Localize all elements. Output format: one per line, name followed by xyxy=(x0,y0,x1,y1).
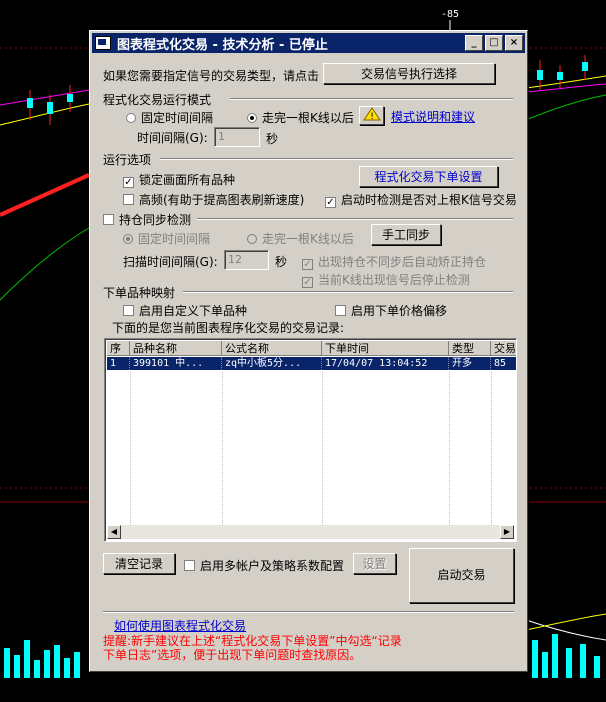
start-trading-button[interactable]: 启动交易 xyxy=(409,548,514,603)
divider xyxy=(103,611,514,613)
column-line xyxy=(491,372,492,525)
checkbox-icon xyxy=(123,194,134,205)
maximize-button[interactable]: □ xyxy=(485,35,503,51)
checkbox-label: 持仓同步检测 xyxy=(119,213,192,227)
table-cell: zq中小板5分... xyxy=(222,357,322,370)
how-to-link[interactable]: 如何使用图表程式化交易 xyxy=(114,617,246,634)
price-offset-checkbox[interactable]: 启用下单价格偏移 xyxy=(335,302,447,319)
warning-icon: ! xyxy=(362,107,381,122)
scan-interval-input[interactable]: 12 xyxy=(224,250,269,270)
table-header: 序 品种名称 公式名称 下单时间 类型 交易 xyxy=(107,341,516,356)
records-label: 下面的是您当前图表程序化交易的交易记录: xyxy=(112,321,345,335)
signal-type-button[interactable]: 交易信号执行选择 xyxy=(323,63,495,84)
checkbox-label: 高频(有助于提高图表刷新速度) xyxy=(139,193,305,207)
checkbox-label: 锁定画面所有品种 xyxy=(139,173,236,187)
radio-icon xyxy=(247,234,257,244)
trade-records-table[interactable]: 序 品种名称 公式名称 下单时间 类型 交易 1 399101 中... zq中… xyxy=(104,338,517,542)
radio-icon xyxy=(126,113,136,123)
run-mode-title: 程式化交易运行模式 xyxy=(103,93,212,107)
divider xyxy=(230,98,513,100)
scroll-right-icon[interactable]: ▶ xyxy=(500,525,514,539)
close-button[interactable]: × xyxy=(505,35,523,51)
column-line xyxy=(130,372,131,525)
column-header[interactable]: 类型 xyxy=(449,341,491,356)
table-cell: 1 xyxy=(107,357,130,370)
column-header[interactable]: 公式名称 xyxy=(222,341,322,356)
horizontal-scrollbar[interactable]: ◀ ▶ xyxy=(107,525,514,539)
order-settings-button[interactable]: 程式化交易下单设置 xyxy=(359,166,498,187)
checkbox-icon xyxy=(123,305,134,316)
table-cell: 开多 xyxy=(449,357,491,370)
lock-all-checkbox[interactable]: ✓ 锁定画面所有品种 xyxy=(123,171,235,188)
sync-after-kline-radio[interactable]: 走完一根K线以后 xyxy=(247,230,354,247)
sync-checkbox[interactable]: 持仓同步检测 xyxy=(103,211,191,228)
settings-button[interactable]: 设置 xyxy=(353,553,396,574)
title-bar[interactable]: 图表程式化交易 - 技术分析 - 已停止 _ □ × xyxy=(92,33,525,53)
column-header[interactable]: 序 xyxy=(107,341,130,356)
table-row[interactable]: 1 399101 中... zq中小板5分... 17/04/07 13:04:… xyxy=(107,357,516,370)
column-line xyxy=(322,372,323,525)
checkbox-icon xyxy=(103,214,114,225)
tip-line: 提醒:新手建议在上述“程式化交易下单设置”中勾选“记录 xyxy=(103,634,402,648)
signal-prompt-text: 如果您需要指定信号的交易类型，请点击 xyxy=(103,69,320,83)
window-title: 图表程式化交易 - 技术分析 - 已停止 xyxy=(117,37,328,53)
run-after-kline-radio[interactable]: 走完一根K线以后 xyxy=(247,109,354,126)
checkbox-label: 启用下单价格偏移 xyxy=(351,304,448,318)
radio-label: 固定时间间隔 xyxy=(138,232,211,246)
checkbox-label: 出现持仓不同步后自动矫正持仓 xyxy=(318,255,487,269)
mapping-title: 下单品种映射 xyxy=(103,286,176,300)
column-header[interactable]: 交易 xyxy=(491,341,516,356)
checkbox-icon xyxy=(335,305,346,316)
tip-line: 下单日志”选项，便于出现下单问题时查找原因。 xyxy=(103,648,362,662)
svg-text:!: ! xyxy=(370,112,374,121)
checkbox-checked-icon: ✓ xyxy=(302,277,313,288)
app-icon xyxy=(95,36,111,50)
checkbox-label: 当前K线出现信号后停止检测 xyxy=(318,273,470,287)
table-cell: 85 xyxy=(494,358,507,369)
radio-label: 固定时间间隔 xyxy=(141,111,214,125)
checkbox-checked-icon: ✓ xyxy=(123,177,134,188)
run-options-title: 运行选项 xyxy=(103,153,152,167)
checkbox-label: 启用多帐户及策略系数配置 xyxy=(200,559,345,573)
scan-interval-label: 扫描时间间隔(G): xyxy=(123,255,218,269)
mode-help-link[interactable]: 模式说明和建议 xyxy=(391,108,475,125)
auto-fix-checkbox[interactable]: ✓ 出现持仓不同步后自动矫正持仓 xyxy=(302,253,486,270)
column-header[interactable]: 品种名称 xyxy=(130,341,222,356)
scroll-left-icon[interactable]: ◀ xyxy=(107,525,121,539)
radio-label: 走完一根K线以后 xyxy=(262,111,354,125)
run-interval-unit: 秒 xyxy=(266,132,279,146)
custom-product-checkbox[interactable]: 启用自定义下单品种 xyxy=(123,302,247,319)
radio-checked-icon xyxy=(123,234,133,244)
checkbox-icon xyxy=(184,560,195,571)
clear-records-button[interactable]: 清空记录 xyxy=(103,553,175,574)
column-line xyxy=(449,372,450,525)
table-cell: 399101 中... xyxy=(130,357,222,370)
run-interval-label: 时间间隔(G): xyxy=(137,131,208,145)
checkbox-checked-icon: ✓ xyxy=(302,259,313,270)
scan-interval-unit: 秒 xyxy=(275,255,288,269)
divider xyxy=(160,158,513,160)
divider xyxy=(197,218,513,220)
high-freq-checkbox[interactable]: 高频(有助于提高图表刷新速度) xyxy=(123,191,304,208)
radio-label: 走完一根K线以后 xyxy=(262,232,354,246)
checkbox-label: 启用自定义下单品种 xyxy=(139,304,248,318)
divider xyxy=(183,291,513,293)
sync-fixed-interval-radio[interactable]: 固定时间间隔 xyxy=(123,230,210,247)
multi-account-checkbox[interactable]: 启用多帐户及策略系数配置 xyxy=(184,557,344,574)
checkbox-label: 启动时检测是否对上根K信号交易 xyxy=(341,193,517,207)
price-label: -85 xyxy=(441,9,460,20)
startup-check-checkbox[interactable]: ✓ 启动时检测是否对上根K信号交易 xyxy=(325,191,517,208)
manual-sync-button[interactable]: 手工同步 xyxy=(371,224,441,245)
mode-help-button[interactable]: ! xyxy=(359,106,384,125)
tip-text: 提醒:新手建议在上述“程式化交易下单设置”中勾选“记录 下单日志”选项，便于出现… xyxy=(103,634,402,662)
run-interval-input[interactable]: 1 xyxy=(214,127,260,147)
column-line xyxy=(222,372,223,525)
minimize-button[interactable]: _ xyxy=(465,35,483,51)
column-header[interactable]: 下单时间 xyxy=(322,341,449,356)
checkbox-checked-icon: ✓ xyxy=(325,197,336,208)
table-cell: 17/04/07 13:04:52 xyxy=(322,357,449,370)
run-fixed-interval-radio[interactable]: 固定时间间隔 xyxy=(126,109,213,126)
radio-checked-icon xyxy=(247,113,257,123)
stop-check-checkbox[interactable]: ✓ 当前K线出现信号后停止检测 xyxy=(302,271,470,288)
